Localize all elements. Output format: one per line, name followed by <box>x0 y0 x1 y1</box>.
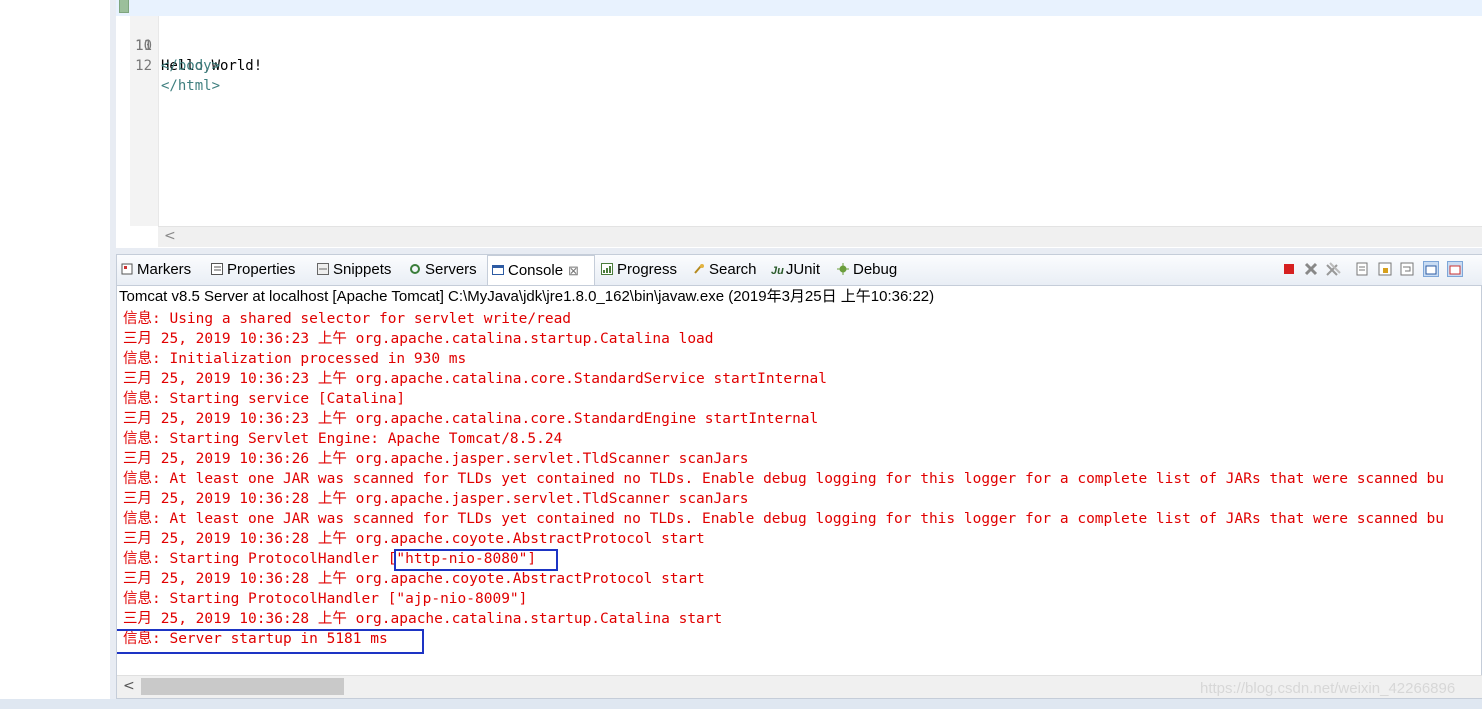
tab-servers[interactable]: Servers <box>409 255 477 285</box>
terminate-icon[interactable] <box>1281 261 1297 277</box>
console-toolbar <box>1281 261 1477 279</box>
code-text: </html> <box>161 78 221 94</box>
code-line[interactable]: 12 </html> <box>116 36 220 94</box>
code-line[interactable]: 10 Hello,World! <box>116 0 1482 74</box>
port-highlight-box <box>394 549 558 571</box>
watermark: https://blog.csdn.net/weixin_42266896 <box>1200 680 1456 697</box>
remove-launch-icon[interactable] <box>1303 261 1319 277</box>
word-wrap-icon[interactable] <box>1399 261 1415 277</box>
tab-junit[interactable]: Ju JUnit <box>771 255 820 285</box>
bookmark-marker-icon <box>119 0 129 13</box>
editor-horizontal-scrollbar[interactable]: < <box>158 226 1482 247</box>
tab-snippets[interactable]: Snippets <box>317 255 391 285</box>
tab-label: Markers <box>137 261 192 278</box>
clear-console-icon[interactable] <box>1355 261 1371 277</box>
tab-label: Snippets <box>333 261 392 278</box>
tab-properties[interactable]: Properties <box>211 255 295 285</box>
console-line: 信息: Initialization processed in 930 ms <box>123 351 467 367</box>
console-line: 信息: At least one JAR was scanned for TLD… <box>123 511 1445 527</box>
snippets-icon <box>317 256 329 275</box>
gutter-divider <box>158 0 159 226</box>
console-line: 三月 25, 2019 10:36:23 上午 org.apache.catal… <box>123 411 819 427</box>
tab-label: Debug <box>853 261 898 278</box>
console-line: 三月 25, 2019 10:36:28 上午 org.apache.coyot… <box>123 531 705 547</box>
console-output[interactable]: 信息: Using a shared selector for servlet … <box>117 309 1482 675</box>
scroll-lock-icon[interactable] <box>1377 261 1393 277</box>
tab-label: Properties <box>227 261 296 278</box>
console-line: 信息: Using a shared selector for servlet … <box>123 311 572 327</box>
remove-all-terminated-icon[interactable] <box>1325 261 1341 277</box>
tab-label: Servers <box>425 261 477 278</box>
code-line[interactable]: 11 </body> <box>116 16 220 74</box>
console-line: 三月 25, 2019 10:36:28 上午 org.apache.catal… <box>123 611 723 627</box>
console-line: 三月 25, 2019 10:36:23 上午 org.apache.catal… <box>123 331 714 347</box>
scroll-left-arrow-icon[interactable]: < <box>164 227 176 245</box>
views-panel: Markers Properties Snippets Servers Cons… <box>116 254 1482 699</box>
progress-icon <box>601 256 613 275</box>
scroll-left-arrow-icon[interactable]: < <box>123 676 135 696</box>
console-line: 信息: Starting Servlet Engine: Apache Tomc… <box>123 431 563 447</box>
show-console-on-output-icon[interactable] <box>1423 261 1439 277</box>
tab-label: Console <box>508 262 564 279</box>
properties-icon <box>211 256 223 275</box>
startup-highlight-box <box>117 629 424 654</box>
scrollbar-thumb[interactable] <box>141 678 344 695</box>
tab-console[interactable]: Console ⊠ <box>487 255 595 285</box>
tab-markers[interactable]: Markers <box>121 255 191 285</box>
tab-debug[interactable]: Debug <box>837 255 897 285</box>
close-icon[interactable]: ⊠ <box>568 263 579 278</box>
tab-progress[interactable]: Progress <box>601 255 677 285</box>
debug-icon <box>837 256 849 275</box>
view-tab-bar: Markers Properties Snippets Servers Cons… <box>117 255 1482 286</box>
console-line: 信息: At least one JAR was scanned for TLD… <box>123 471 1445 487</box>
code-text: </body> <box>161 58 221 74</box>
code-editor[interactable]: 10 Hello,World! 11 </body> 12 </html> < <box>116 0 1482 248</box>
markers-icon <box>121 256 133 275</box>
servers-icon <box>409 256 421 274</box>
console-line: 三月 25, 2019 10:36:26 上午 org.apache.jaspe… <box>123 451 749 467</box>
status-bar <box>0 699 1482 709</box>
line-number: 12 <box>135 58 152 74</box>
console-line: 三月 25, 2019 10:36:28 上午 org.apache.coyot… <box>123 571 705 587</box>
tab-label: Progress <box>617 261 678 278</box>
console-icon <box>492 257 504 275</box>
console-line: 三月 25, 2019 10:36:28 上午 org.apache.jaspe… <box>123 491 749 507</box>
console-process-label: Tomcat v8.5 Server at localhost [Apache … <box>119 288 935 305</box>
tab-search[interactable]: Search <box>693 255 757 285</box>
left-blank-area <box>0 0 113 709</box>
tab-label: JUnit <box>785 261 821 278</box>
show-console-on-error-icon[interactable] <box>1447 261 1463 277</box>
console-line: 信息: Starting ProtocolHandler ["ajp-nio-8… <box>123 591 528 607</box>
console-line: 信息: Starting service [Catalina] <box>123 391 406 407</box>
console-line: 三月 25, 2019 10:36:23 上午 org.apache.catal… <box>123 371 828 387</box>
junit-icon: Ju <box>771 265 784 277</box>
search-icon <box>693 256 705 274</box>
tab-label: Search <box>709 261 757 278</box>
